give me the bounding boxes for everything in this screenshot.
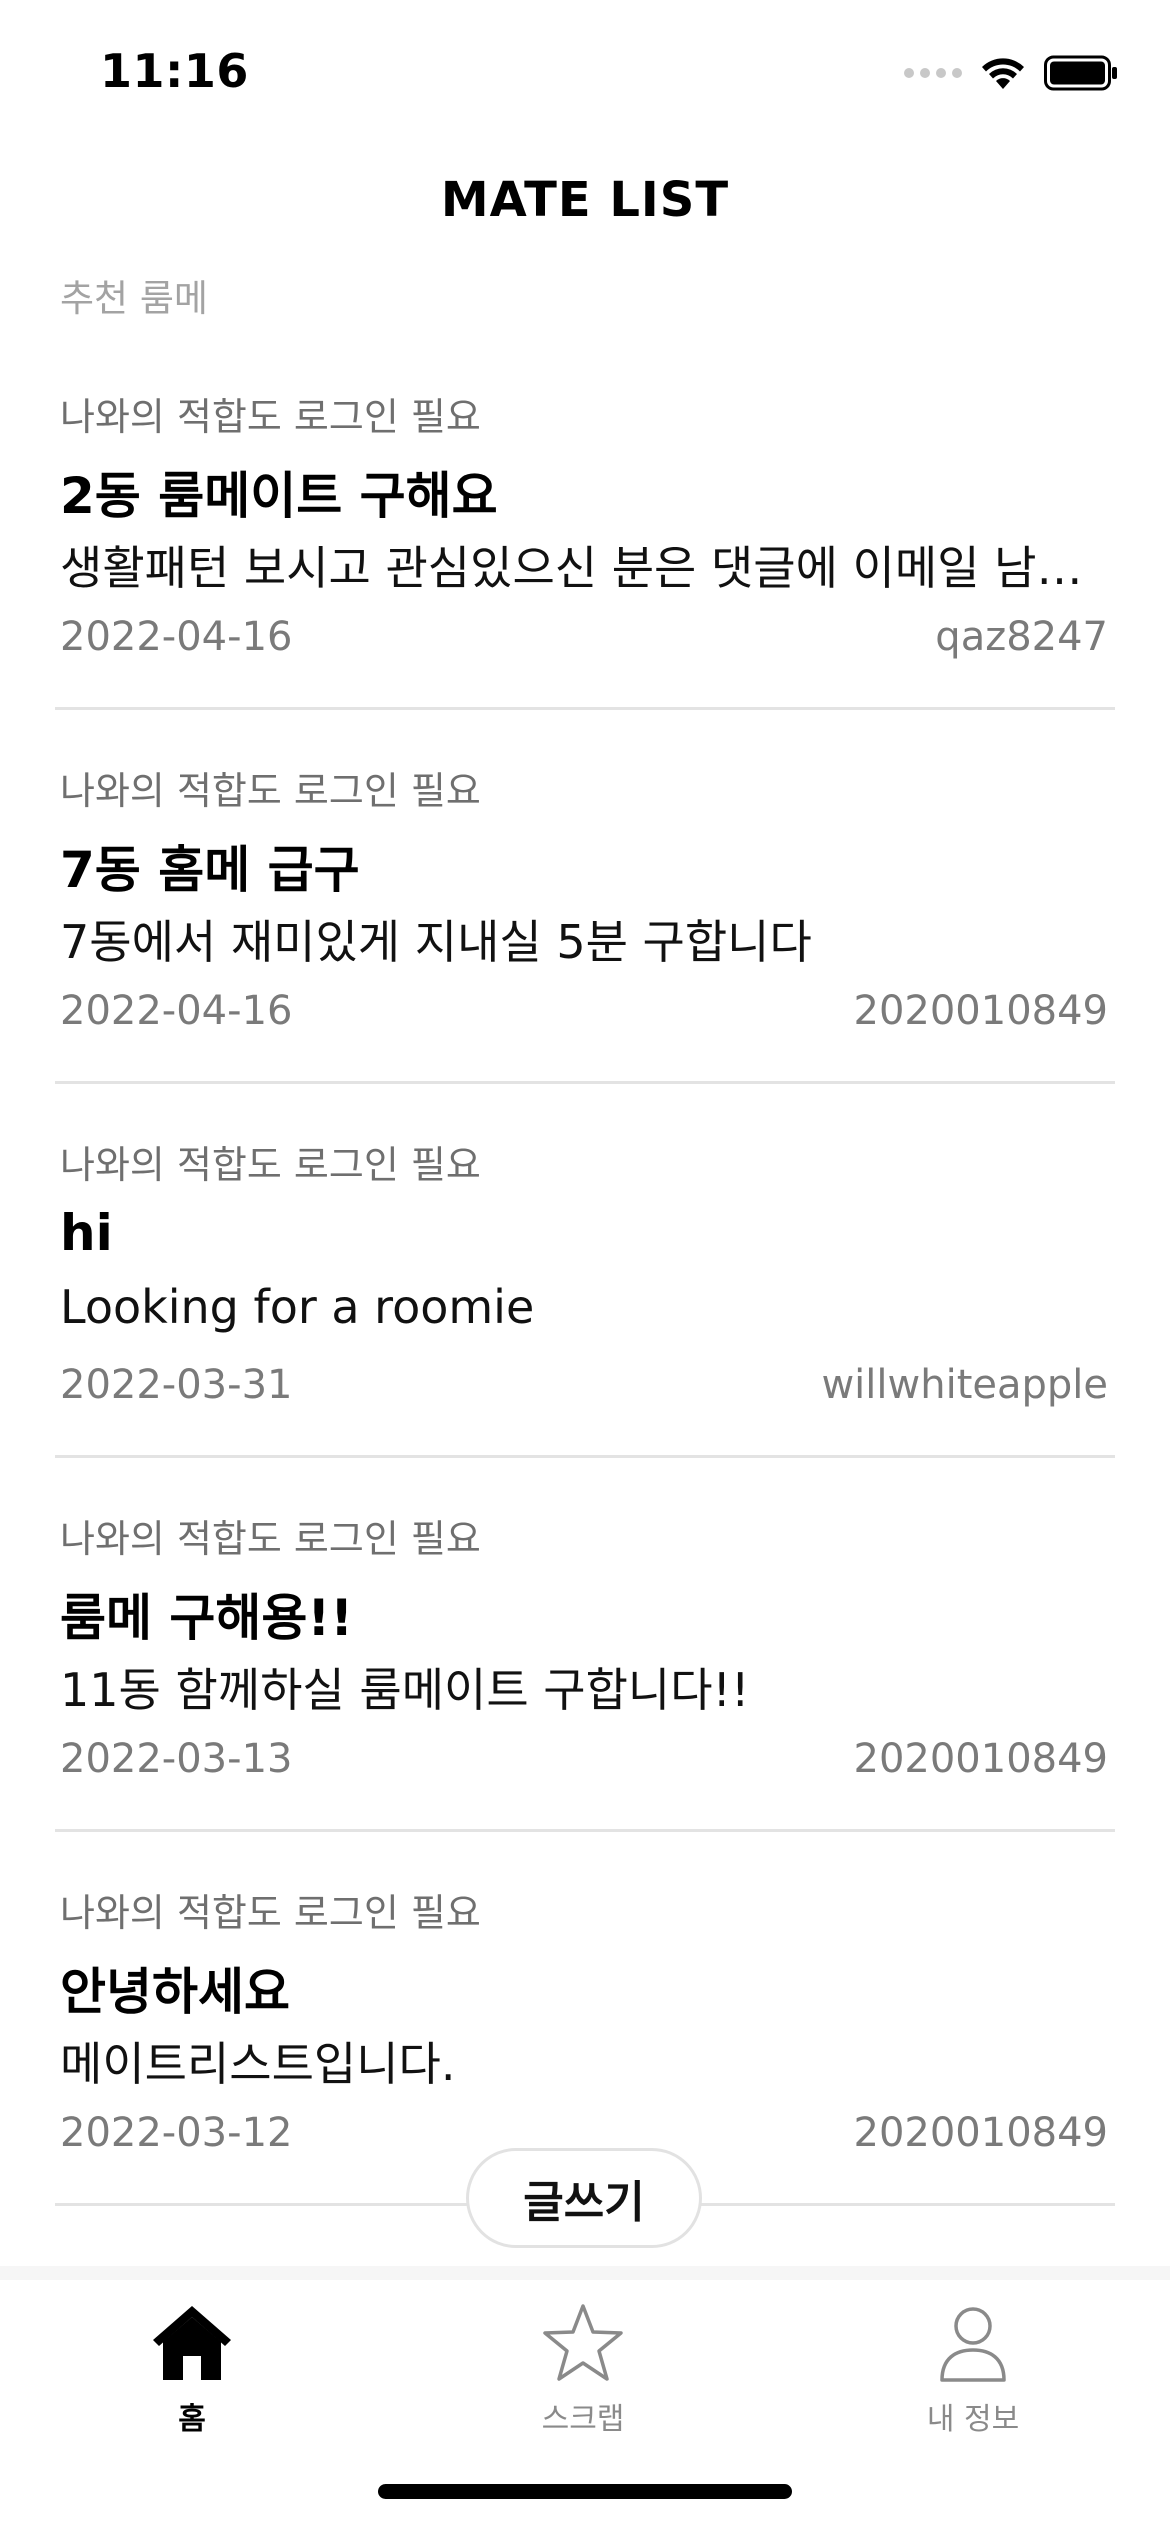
- post-date: 2022-04-16: [60, 988, 293, 1034]
- tab-profile-label: 내 정보: [926, 2402, 1020, 2437]
- post-compatibility: 나와의 적합도 로그인 필요: [60, 1891, 481, 1935]
- post-compatibility: 나와의 적합도 로그인 필요: [60, 769, 481, 813]
- post-body: 11동 함께하실 룸메이트 구합니다!!: [60, 1663, 750, 1717]
- page-title: MATE LIST: [440, 172, 730, 228]
- mate-list-screen: 11:16 MATE LIST 추천 룸메 나와의 적합도 로그인 필요 2동 …: [0, 0, 1170, 2532]
- section-label-recommended: 추천 룸메: [60, 277, 208, 320]
- tab-home[interactable]: 홈: [72, 2300, 312, 2450]
- home-icon: [153, 2306, 231, 2380]
- tab-scrap-label: 스크랩: [541, 2402, 625, 2437]
- tab-profile[interactable]: 내 정보: [853, 2300, 1093, 2450]
- post-title: hi: [60, 1204, 113, 1262]
- post-item[interactable]: 나와의 적합도 로그인 필요 7동 홈메 급구 7동에서 재미있게 지내실 5분…: [0, 754, 1170, 1128]
- post-body: 7동에서 재미있게 지내실 5분 구합니다: [60, 915, 812, 969]
- status-bar: 11:16: [0, 0, 1170, 140]
- post-list: 나와의 적합도 로그인 필요 2동 룸메이트 구해요 생활패턴 보시고 관심있으…: [0, 380, 1170, 2250]
- post-date: 2022-03-12: [60, 2110, 293, 2156]
- status-icons: [904, 50, 1118, 96]
- post-title: 룸메 구해용!!: [60, 1589, 354, 1647]
- star-icon: [543, 2304, 623, 2381]
- post-body: Looking for a roomie: [60, 1280, 535, 1334]
- post-title: 7동 홈메 급구: [60, 841, 360, 899]
- divider: [55, 1455, 1115, 1458]
- post-date: 2022-03-31: [60, 1362, 293, 1408]
- status-time: 11:16: [100, 44, 249, 98]
- write-post-button[interactable]: 글쓰기: [466, 2148, 702, 2248]
- tab-home-label: 홈: [178, 2402, 206, 2437]
- post-author: 2020010849: [853, 2110, 1109, 2156]
- post-title: 2동 룸메이트 구해요: [60, 467, 498, 525]
- post-body: 생활패턴 보시고 관심있으신 분은 댓글에 이메일 남…: [60, 541, 1083, 595]
- divider: [55, 1081, 1115, 1084]
- post-date: 2022-03-13: [60, 1736, 293, 1782]
- person-icon: [940, 2307, 1006, 2382]
- battery-icon: [1044, 55, 1117, 91]
- post-date: 2022-04-16: [60, 614, 293, 660]
- post-author: 2020010849: [853, 988, 1109, 1034]
- post-author: qaz8247: [935, 614, 1108, 660]
- divider: [55, 707, 1115, 710]
- tab-scrap[interactable]: 스크랩: [463, 2300, 703, 2450]
- post-author: willwhiteapple: [821, 1362, 1108, 1408]
- post-item[interactable]: 나와의 적합도 로그인 필요 2동 룸메이트 구해요 생활패턴 보시고 관심있으…: [0, 380, 1170, 754]
- post-title: 안녕하세요: [60, 1963, 290, 2021]
- cellular-signal-icon: [904, 68, 962, 78]
- wifi-icon: [982, 58, 1024, 89]
- post-compatibility: 나와의 적합도 로그인 필요: [60, 1143, 481, 1187]
- post-compatibility: 나와의 적합도 로그인 필요: [60, 395, 481, 439]
- post-body: 메이트리스트입니다.: [60, 2037, 456, 2091]
- divider: [55, 1829, 1115, 1832]
- home-indicator[interactable]: [378, 2484, 792, 2499]
- post-item[interactable]: 나와의 적합도 로그인 필요 hi Looking for a roomie 2…: [0, 1128, 1170, 1502]
- post-compatibility: 나와의 적합도 로그인 필요: [60, 1517, 481, 1561]
- post-item[interactable]: 나와의 적합도 로그인 필요 룸메 구해용!! 11동 함께하실 룸메이트 구합…: [0, 1502, 1170, 1876]
- post-author: 2020010849: [853, 1736, 1109, 1782]
